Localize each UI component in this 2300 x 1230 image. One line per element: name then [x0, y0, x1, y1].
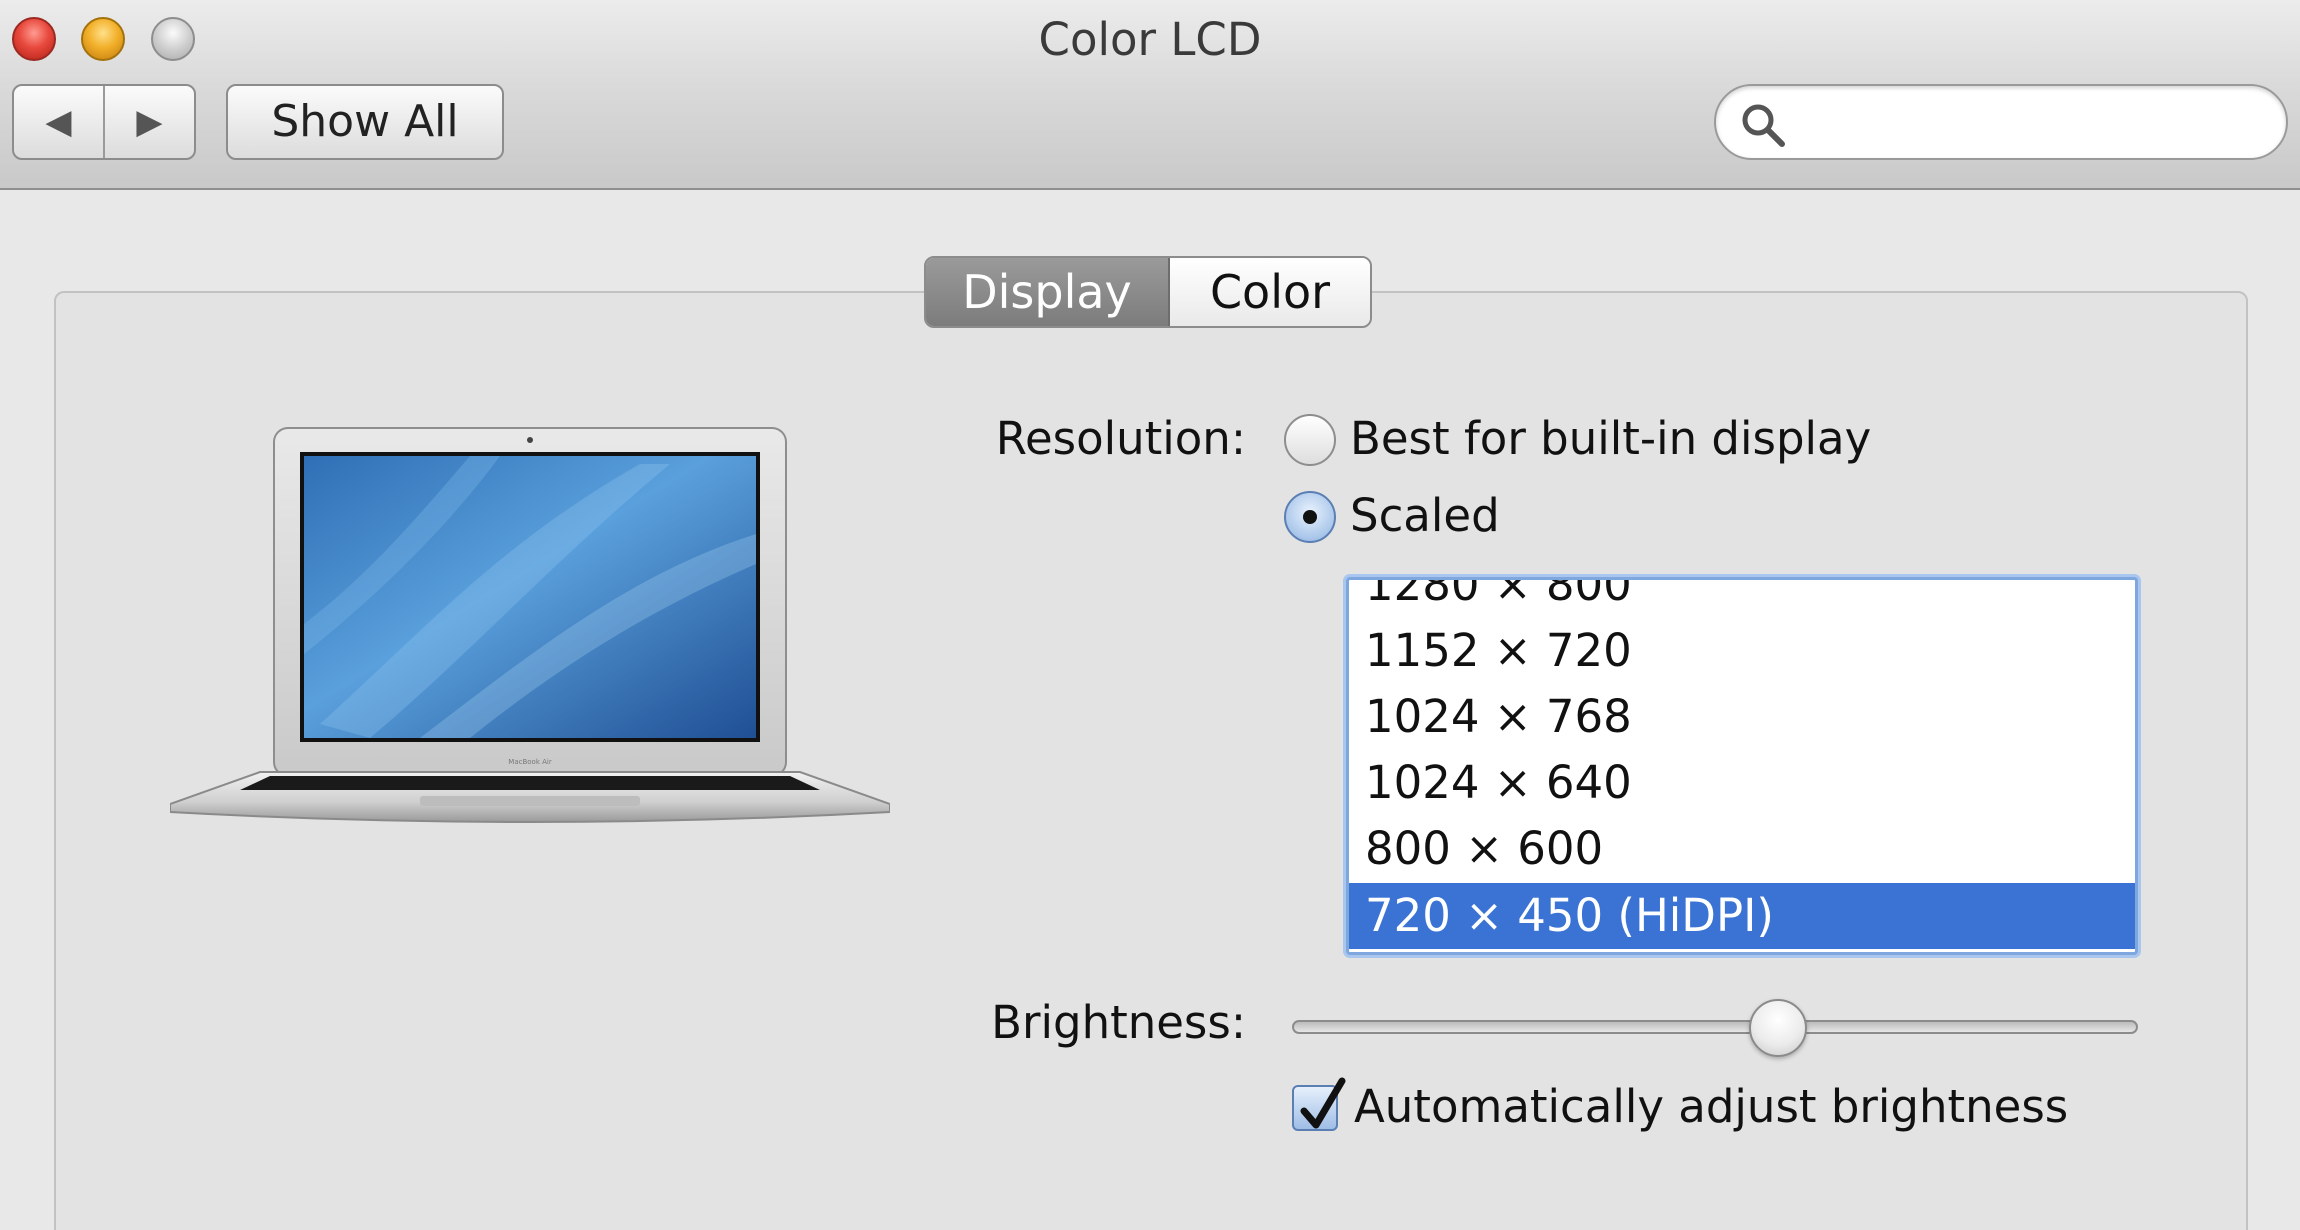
radio-scaled[interactable]: [1284, 491, 1336, 543]
list-item[interactable]: 1280 × 800: [1349, 580, 2135, 618]
list-item-selected[interactable]: 720 × 450 (HiDPI): [1349, 883, 2135, 949]
show-all-button[interactable]: Show All: [226, 84, 504, 160]
auto-brightness-checkbox[interactable]: [1292, 1077, 1346, 1131]
radio-best-for-display[interactable]: [1284, 414, 1336, 466]
tab-display[interactable]: Display: [926, 258, 1170, 326]
brightness-slider-thumb[interactable]: [1749, 999, 1808, 1057]
brightness-label: Brightness:: [991, 996, 1246, 1049]
window-title: Color LCD: [1038, 13, 1262, 66]
tab-color[interactable]: Color: [1170, 258, 1370, 326]
laptop-image: MacBook Air: [170, 427, 890, 823]
radio-selected-dot: [1303, 510, 1317, 524]
list-item[interactable]: 1152 × 720: [1349, 618, 2135, 684]
search-icon: [1742, 104, 1785, 147]
forward-button[interactable]: ▶: [105, 86, 194, 158]
brightness-slider-track[interactable]: [1292, 1020, 2138, 1034]
auto-brightness-label[interactable]: Automatically adjust brightness: [1354, 1080, 2068, 1133]
laptop-brand-text: MacBook Air: [508, 758, 552, 766]
checkmark-icon: [1300, 1077, 1346, 1129]
resolution-list[interactable]: 1280 × 800 1152 × 720 1024 × 768 1024 × …: [1346, 577, 2138, 955]
resolution-label: Resolution:: [995, 412, 1246, 465]
option-scaled-label[interactable]: Scaled: [1350, 489, 1500, 542]
back-arrow-icon: ◀: [45, 102, 72, 142]
search-input[interactable]: [1800, 96, 2260, 148]
tab-bar: Display Color: [924, 256, 1372, 328]
title-toolbar: Color LCD ◀ ▶ Show All: [0, 0, 2300, 190]
option-best-for-display-label[interactable]: Best for built-in display: [1350, 412, 1871, 465]
list-item[interactable]: 1024 × 640: [1349, 750, 2135, 816]
back-button[interactable]: ◀: [14, 86, 105, 158]
back-forward-group: ◀ ▶: [12, 84, 196, 160]
forward-arrow-icon: ▶: [136, 102, 163, 142]
preferences-window: Color LCD ◀ ▶ Show All Display Color Mac…: [0, 0, 2300, 1230]
search-field[interactable]: [1714, 84, 2288, 160]
list-item[interactable]: 1024 × 768: [1349, 684, 2135, 750]
list-item[interactable]: 800 × 600: [1349, 816, 2135, 882]
